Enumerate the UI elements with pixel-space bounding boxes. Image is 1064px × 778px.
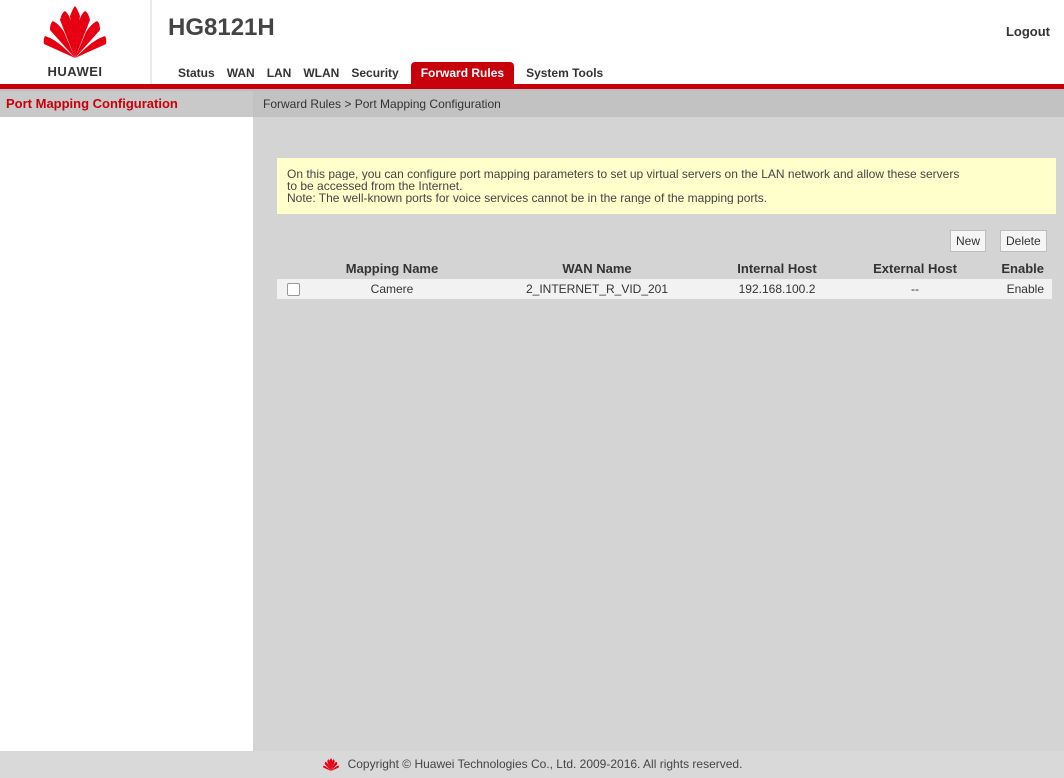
header-enable: Enable — [1001, 261, 1044, 276]
table-row[interactable]: Camere 2_INTERNET_R_VID_201 192.168.100.… — [277, 279, 1052, 299]
cell-internal-host: 192.168.100.2 — [738, 282, 816, 296]
info-notice: On this page, you can configure port map… — [277, 158, 1056, 214]
tab-status[interactable]: Status — [172, 62, 221, 84]
left-menu: Port Mapping Configuration — [0, 91, 253, 751]
top-nav: Status WAN LAN WLAN Security Forward Rul… — [172, 60, 609, 84]
huawei-flower-icon — [322, 757, 339, 771]
cell-external-host: -- — [911, 282, 919, 296]
cell-wan-name: 2_INTERNET_R_VID_201 — [525, 282, 669, 296]
header-wan-name: WAN Name — [562, 261, 632, 276]
row-checkbox-cell — [283, 279, 303, 299]
breadcrumb: Forward Rules > Port Mapping Configurati… — [253, 91, 1064, 117]
tab-lan[interactable]: LAN — [261, 62, 298, 84]
table-header-row: Mapping Name WAN Name Internal Host Exte… — [277, 259, 1052, 279]
notice-line-2: to be accessed from the Internet. — [287, 180, 463, 192]
header-external-host: External Host — [873, 261, 957, 276]
huawei-flower-icon — [43, 6, 107, 58]
notice-line-1: On this page, you can configure port map… — [287, 168, 960, 180]
new-button[interactable]: New — [950, 230, 987, 252]
footer: Copyright © Huawei Technologies Co., Ltd… — [0, 751, 1064, 778]
header-divider — [150, 0, 152, 84]
cell-enable: Enable — [1006, 282, 1044, 296]
tab-system-tools[interactable]: System Tools — [520, 62, 609, 84]
header-mapping-name: Mapping Name — [345, 261, 439, 276]
port-mapping-table: Mapping Name WAN Name Internal Host Exte… — [277, 259, 1052, 299]
tab-forward-rules[interactable]: Forward Rules — [410, 62, 515, 84]
tab-security[interactable]: Security — [345, 62, 404, 84]
tab-wan[interactable]: WAN — [221, 62, 261, 84]
copyright-text: Copyright © Huawei Technologies Co., Ltd… — [347, 757, 743, 771]
brand-name: HUAWEI — [47, 64, 103, 79]
delete-button[interactable]: Delete — [1000, 230, 1047, 252]
notice-line-3: Note: The well-known ports for voice ser… — [287, 192, 768, 204]
huawei-logo: HUAWEI — [0, 0, 150, 84]
main-content: Forward Rules > Port Mapping Configurati… — [253, 91, 1064, 751]
cell-mapping-name: Camere — [370, 282, 414, 296]
menu-item-port-mapping-configuration[interactable]: Port Mapping Configuration — [0, 91, 253, 117]
tab-wlan[interactable]: WLAN — [297, 62, 345, 84]
logout-link[interactable]: Logout — [1006, 24, 1050, 39]
header-internal-host: Internal Host — [737, 261, 817, 276]
header: HUAWEI HG8121H Logout Status WAN LAN WLA… — [0, 0, 1064, 90]
row-checkbox[interactable] — [286, 283, 300, 297]
device-model: HG8121H — [168, 14, 275, 41]
